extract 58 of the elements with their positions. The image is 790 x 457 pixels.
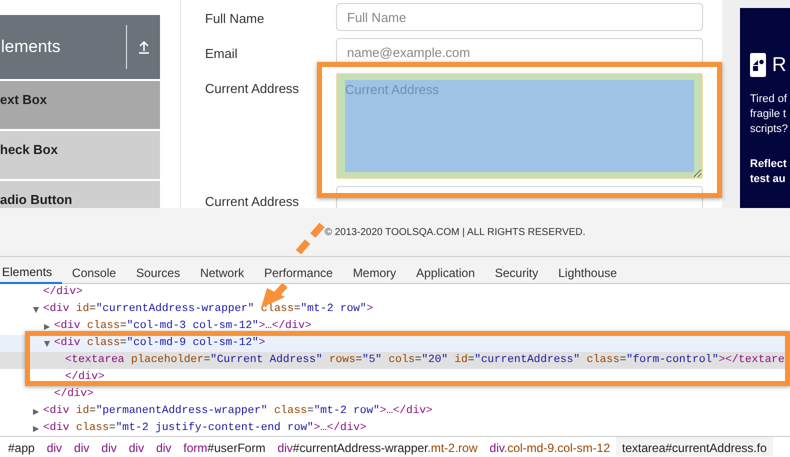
devtools-tab[interactable]: Memory [342, 257, 406, 284]
devtools-tab[interactable]: Security [484, 257, 548, 284]
expand-toggle-icon[interactable] [33, 306, 39, 312]
code-line: <div id="permanentAddress-wrapper" class="mt-2 row">…</div> [43, 404, 433, 420]
sidebar-item[interactable]: adio Button [0, 181, 160, 208]
devtools-tab[interactable]: Elements [0, 257, 62, 284]
code-line: <div class="mt-2 justify-content-end row">…</div> [43, 421, 366, 436]
code-line: <div class="col-md-9 col-sm-12"> [54, 336, 266, 352]
devtools-tab[interactable]: Sources [126, 257, 190, 284]
logo-icon [750, 53, 766, 77]
input-field[interactable]: Full Name [336, 3, 703, 31]
dom-node-row[interactable]: <div class="mt-2 justify-content-end row">…</div> [0, 420, 790, 436]
dashed-line [293, 222, 325, 258]
expand-toggle-icon[interactable] [33, 426, 39, 432]
sidebar-item[interactable]: heck Box [0, 131, 160, 179]
ad-headline: Reflect [750, 157, 788, 172]
breadcrumb-item[interactable]: div [40, 437, 68, 456]
code-line: </div> [54, 387, 94, 402]
ad-text: fragile t [750, 107, 788, 122]
ad-text: scripts? [750, 122, 789, 137]
sidebar-header-title: lements [1, 36, 61, 58]
breadcrumb-item[interactable]: textarea#currentAddress.fo [616, 437, 773, 456]
breadcrumb-item[interactable]: form#userForm [177, 437, 272, 456]
breadcrumb-item[interactable]: #app [2, 437, 41, 456]
field-label: Email [205, 45, 239, 63]
dom-node-row[interactable]: <div class="col-md-3 col-sm-12">…</div> [0, 318, 790, 335]
code-line: <textarea placeholder="Current Address" rows="5" cols="20" id="currentAddress" class="form-control"></textare [65, 353, 785, 368]
breadcrumb-item[interactable]: div.col-md-9.col-sm-12 [484, 437, 616, 456]
sidebar-header[interactable]: lements [0, 15, 160, 79]
code-line: </div> [65, 370, 105, 386]
devtools-tab[interactable]: Console [62, 257, 126, 284]
sidebar-item[interactable]: ext Box [0, 81, 160, 129]
dom-node-row[interactable]: </div> [0, 284, 790, 301]
field-label: Current Address [205, 80, 300, 98]
breadcrumb-item[interactable]: div [68, 437, 96, 456]
field-label: Full Name [205, 10, 266, 28]
upload-icon[interactable] [138, 40, 150, 54]
code-line: <div class="col-md-3 col-sm-12">…</div> [54, 319, 312, 334]
breadcrumb-item[interactable]: div [122, 437, 150, 456]
dom-node-row[interactable]: </div> [0, 369, 790, 386]
expand-toggle-icon[interactable] [44, 324, 50, 330]
expand-toggle-icon[interactable] [33, 408, 39, 414]
field-label: Current Address [205, 193, 300, 208]
dom-node-row[interactable]: </div> [0, 386, 790, 403]
breadcrumb-item[interactable]: div [95, 437, 123, 456]
ad-title: R [772, 53, 786, 78]
dom-node-row[interactable]: <div id="permanentAddress-wrapper" class="mt-2 row">…</div> [0, 403, 790, 420]
breadcrumb-item[interactable]: div#currentAddress-wrapper.mt-2.row [271, 437, 484, 456]
devtools-tab[interactable]: Network [190, 257, 254, 284]
devtools-tab[interactable]: Lighthouse [548, 257, 627, 284]
breadcrumb-item[interactable]: div [150, 437, 178, 456]
ad-banner[interactable]: R Tired of fragile t scripts? Reflect test au [740, 8, 790, 208]
devtools-tab[interactable]: Application [406, 257, 485, 284]
copyright-text: © 2013-2020 TOOLSQA.COM | ALL RIGHTS RESERVED. [324, 226, 586, 240]
code-line: </div> [43, 285, 83, 300]
ad-text: Tired of [750, 92, 788, 107]
devtools-tab[interactable]: Performance [254, 257, 343, 284]
ad-headline: test au [750, 172, 786, 187]
